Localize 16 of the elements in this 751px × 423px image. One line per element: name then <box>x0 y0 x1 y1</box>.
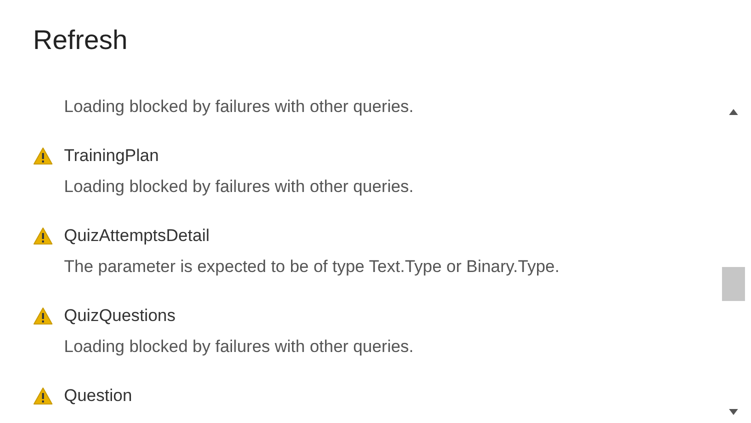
error-message: Loading blocked by failures with other queries. <box>64 176 414 198</box>
warning-icon <box>33 226 53 244</box>
query-name: Question <box>64 384 132 407</box>
scroll-thumb[interactable] <box>722 267 745 301</box>
dialog-title: Refresh <box>33 24 128 57</box>
query-name: TrainingPlan <box>64 144 159 167</box>
error-message: Loading blocked by failures with other queries. <box>64 96 414 118</box>
query-name: QuizAttemptsDetail <box>64 224 210 247</box>
error-message: The parameter is expected to be of type Text.Type or Binary.Type. <box>64 256 560 278</box>
error-message: Loading blocked by failures with other queries. <box>64 336 414 358</box>
warning-icon <box>33 386 53 404</box>
scroll-down-icon[interactable] <box>729 409 738 415</box>
scroll-up-icon[interactable] <box>729 109 738 115</box>
warning-icon <box>33 306 53 324</box>
warning-icon <box>33 146 53 164</box>
query-name: QuizQuestions <box>64 304 176 327</box>
